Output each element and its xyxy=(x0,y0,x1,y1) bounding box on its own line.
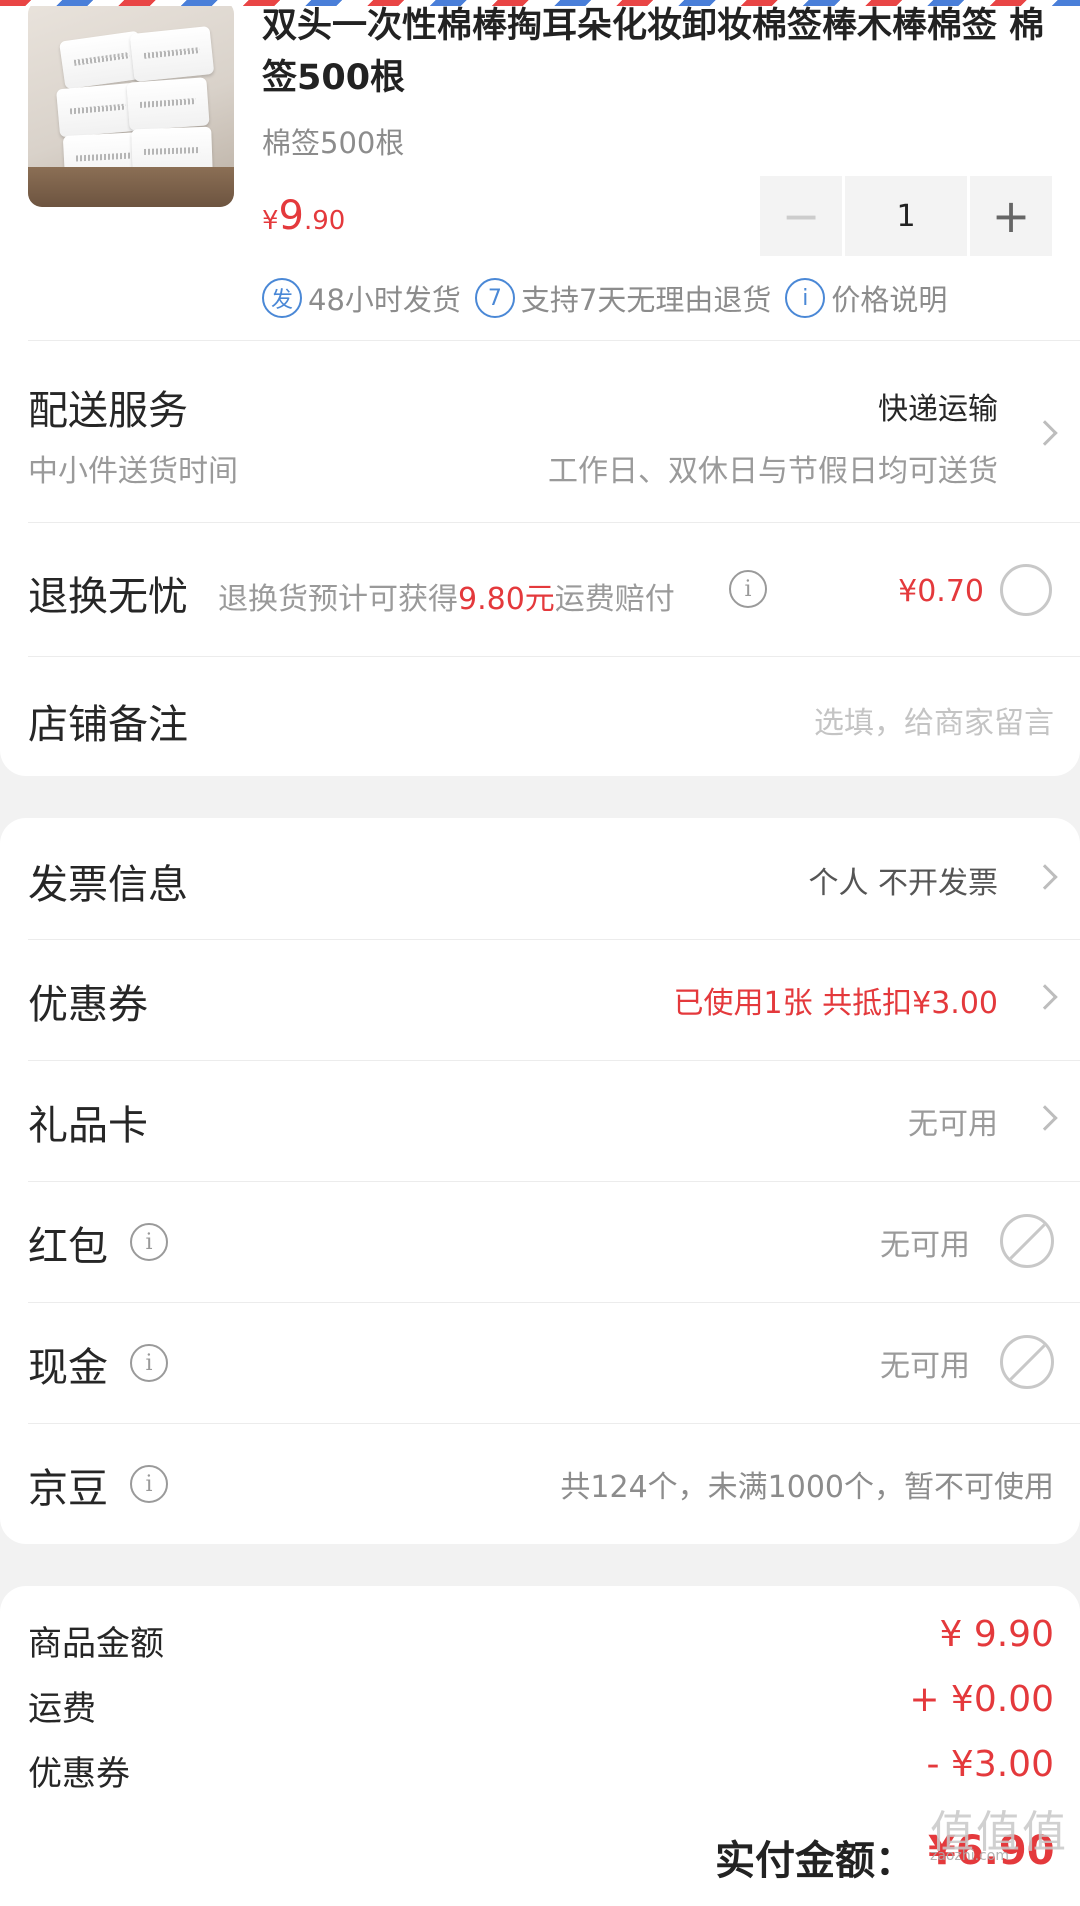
unavailable-icon xyxy=(1000,1335,1054,1389)
order-card: 双头一次性棉棒掏耳朵化妆卸妆棉签棒木棒棉签 棉签500根 棉签500根 ¥9.9… xyxy=(0,0,1080,776)
return-insurance-desc: 退换货预计可获得9.80元运费赔付 xyxy=(218,574,675,618)
divider xyxy=(28,1302,1080,1303)
summary-coupon-label: 优惠券 xyxy=(28,1754,130,1794)
divider xyxy=(28,1423,1080,1424)
info-icon[interactable]: i xyxy=(130,1344,168,1382)
red-packet-title: 红包 xyxy=(28,1224,108,1270)
jd-beans-value: 共124个，未满1000个，暂不可使用 xyxy=(560,1470,1054,1505)
chevron-right-icon xyxy=(1032,420,1058,446)
return-insurance-price: ¥0.70 xyxy=(898,574,984,609)
service-returns-label: 支持7天无理由退货 xyxy=(520,283,772,317)
service-price-note[interactable]: i 价格说明 xyxy=(785,277,947,319)
gift-card-value: 无可用 xyxy=(908,1107,998,1142)
shop-note-title: 店铺备注 xyxy=(28,702,188,748)
chevron-right-icon xyxy=(1032,984,1058,1010)
chevron-right-icon xyxy=(1032,1105,1058,1131)
invoice-title: 发票信息 xyxy=(28,862,188,908)
red-packet-value: 无可用 xyxy=(880,1228,970,1263)
info-icon[interactable]: i xyxy=(130,1465,168,1503)
price-summary-card: 商品金额 ¥ 9.90 运费 + ¥0.00 优惠券 - ¥3.00 xyxy=(0,1586,1080,1906)
delivery-time-value: 工作日、双休日与节假日均可送货 xyxy=(548,454,998,489)
coupon-title: 优惠券 xyxy=(28,982,148,1028)
price-symbol: ¥ xyxy=(262,206,279,236)
summary-coupon-value: - ¥3.00 xyxy=(926,1744,1055,1785)
watermark-url: zaozhi.com xyxy=(930,1848,1009,1864)
desc-prefix: 退换货预计可获得 xyxy=(218,582,458,617)
summary-shipping-value: + ¥0.00 xyxy=(909,1679,1054,1720)
gift-card-title: 礼品卡 xyxy=(28,1103,148,1149)
delivery-title: 配送服务 xyxy=(28,388,188,434)
shop-note-input[interactable]: 选填，给商家留言 xyxy=(814,698,1054,742)
total-label: 实付金额： xyxy=(715,1838,915,1884)
divider xyxy=(28,522,1080,523)
quantity-value[interactable]: 1 xyxy=(845,176,967,256)
shipping-icon: 发 xyxy=(262,278,302,318)
increase-button[interactable]: + xyxy=(970,176,1052,256)
service-price-note-label: 价格说明 xyxy=(831,283,948,317)
return-insurance-title: 退换无忧 xyxy=(28,574,188,620)
divider xyxy=(28,1181,1080,1182)
decrease-button[interactable]: − xyxy=(760,176,842,256)
cash-value: 无可用 xyxy=(880,1349,970,1384)
cash-title: 现金 xyxy=(28,1345,108,1391)
info-icon[interactable]: i xyxy=(729,570,767,608)
seven-day-icon: 7 xyxy=(474,278,515,318)
product-title[interactable]: 双头一次性棉棒掏耳朵化妆卸妆棉签棒木棒棉签 棉签500根 xyxy=(262,0,1062,104)
jd-beans-title: 京豆 xyxy=(28,1466,108,1512)
summary-goods-label: 商品金额 xyxy=(28,1624,164,1664)
summary-goods-value: ¥ 9.90 xyxy=(939,1614,1054,1655)
service-shipping-label: 48小时发货 xyxy=(308,283,461,317)
chevron-right-icon xyxy=(1032,864,1058,890)
divider xyxy=(28,656,1080,657)
price-decimal: .90 xyxy=(304,206,346,236)
delivery-method: 快递运输 xyxy=(878,392,998,427)
product-spec: 棉签500根 xyxy=(262,126,405,160)
product-price: ¥9.90 xyxy=(262,190,345,250)
divider xyxy=(28,939,1080,940)
delivery-time-label: 中小件送货时间 xyxy=(28,454,238,489)
service-returns: 7 支持7天无理由退货 xyxy=(474,277,772,319)
quantity-stepper[interactable]: − 1 + xyxy=(760,176,1054,256)
divider xyxy=(28,1060,1080,1061)
info-icon: i xyxy=(785,278,826,318)
service-shipping: 发 48小时发货 xyxy=(262,277,461,319)
unavailable-icon xyxy=(1000,1214,1054,1268)
payment-options-card: 发票信息 个人 不开发票 优惠券 已使用1张 共抵扣¥3.00 礼品卡 无可用 … xyxy=(0,818,1080,1544)
product-image[interactable] xyxy=(28,0,234,207)
invoice-value: 个人 不开发票 xyxy=(808,866,998,901)
divider xyxy=(28,340,1080,341)
service-tags: 发 48小时发货 7 支持7天无理由退货 i 价格说明 xyxy=(262,276,947,320)
summary-shipping-label: 运费 xyxy=(28,1689,96,1729)
desc-amount: 9.80元 xyxy=(458,582,555,617)
desc-suffix: 运费赔付 xyxy=(554,582,675,617)
price-integer: 9 xyxy=(278,193,304,239)
coupon-value: 已使用1张 共抵扣¥3.00 xyxy=(673,986,998,1021)
return-insurance-radio[interactable] xyxy=(1000,564,1052,616)
info-icon[interactable]: i xyxy=(130,1223,168,1261)
airmail-border xyxy=(0,0,1080,6)
